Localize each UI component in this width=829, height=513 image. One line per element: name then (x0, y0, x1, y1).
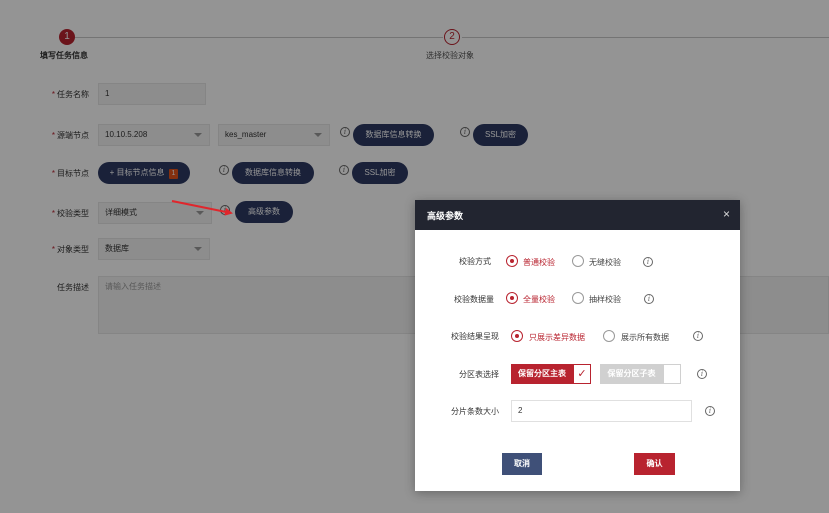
partition-select-label: 分区表选择 (459, 370, 499, 379)
shard-size-label: 分片条数大小 (451, 407, 499, 416)
modal-title: 高级参数 (427, 211, 464, 221)
keep-sub-partition-toggle[interactable]: 保留分区子表 (600, 364, 663, 384)
info-icon[interactable]: i (693, 331, 703, 341)
radio-full-check[interactable] (506, 292, 518, 304)
check-method-label: 校验方式 (459, 257, 491, 266)
keep-main-partition-toggle[interactable]: 保留分区主表 (511, 364, 573, 384)
check-volume-label: 校验数据量 (454, 295, 494, 304)
advanced-params-modal: 高级参数 × 校验方式 普通校验 无缝校验 i 校验数据量 全量校验 抽样校验 … (415, 200, 740, 491)
check-result-label: 校验结果呈现 (451, 332, 499, 341)
info-icon[interactable]: i (643, 257, 653, 267)
cancel-button[interactable]: 取消 (502, 453, 542, 475)
radio-full-check-label[interactable]: 全量校验 (523, 294, 555, 305)
check-icon[interactable]: ✓ (573, 364, 591, 384)
radio-diff-only-label[interactable]: 只展示差异数据 (529, 332, 585, 343)
radio-sample-check[interactable] (572, 292, 584, 304)
radio-seamless-check[interactable] (572, 255, 584, 267)
radio-seamless-check-label[interactable]: 无缝校验 (589, 257, 621, 268)
radio-sample-check-label[interactable]: 抽样校验 (589, 294, 621, 305)
confirm-button[interactable]: 确认 (634, 453, 675, 475)
shard-size-input[interactable]: 2 (511, 400, 692, 422)
modal-header: 高级参数 × (415, 200, 740, 230)
radio-normal-check[interactable] (506, 255, 518, 267)
info-icon[interactable]: i (644, 294, 654, 304)
info-icon[interactable]: i (697, 369, 707, 379)
radio-diff-only[interactable] (511, 330, 523, 342)
radio-normal-check-label[interactable]: 普通校验 (523, 257, 555, 268)
arrow-to-advanced-button (171, 200, 233, 216)
radio-show-all-label[interactable]: 展示所有数据 (621, 332, 669, 343)
radio-show-all[interactable] (603, 330, 615, 342)
info-icon[interactable]: i (705, 406, 715, 416)
close-icon[interactable]: × (723, 207, 730, 221)
sub-partition-checkbox[interactable] (663, 364, 681, 384)
